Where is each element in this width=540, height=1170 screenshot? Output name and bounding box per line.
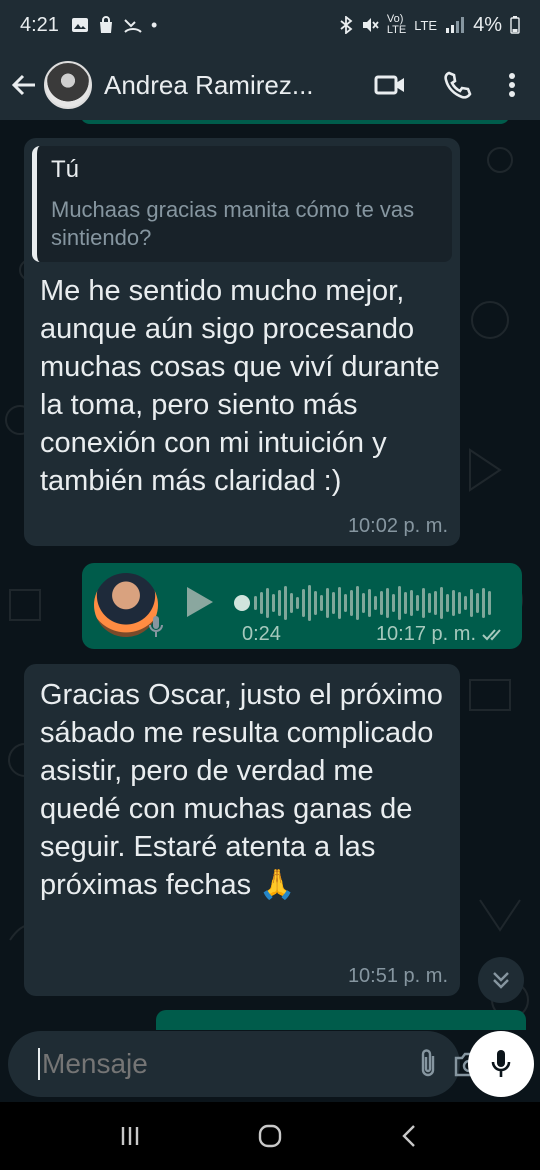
message-text: Me he sentido mucho mejor, aunque aún si… bbox=[40, 275, 440, 497]
microphone-icon bbox=[491, 1050, 511, 1077]
voice-record-button[interactable] bbox=[468, 1031, 534, 1097]
waveform-bar bbox=[266, 588, 269, 618]
microphone-icon bbox=[149, 616, 163, 637]
contact-avatar[interactable] bbox=[44, 61, 92, 109]
voice-note-duration: 0:24 bbox=[242, 623, 281, 645]
attach-button[interactable] bbox=[417, 1044, 439, 1084]
waveform-bar bbox=[272, 594, 275, 612]
message-text: Gracias Oscar, justo el próximo sábado m… bbox=[40, 679, 443, 901]
voice-note-time: 10:17 p. m. bbox=[375, 623, 476, 645]
waveform-bar bbox=[326, 588, 329, 618]
waveform-bar bbox=[362, 593, 365, 613]
missed-call-icon bbox=[124, 19, 142, 33]
more-options-icon[interactable] bbox=[508, 72, 516, 98]
waveform-bar bbox=[374, 596, 377, 610]
voice-waveform[interactable] bbox=[254, 583, 494, 623]
status-time: 4:21 bbox=[20, 13, 59, 36]
message-composer bbox=[8, 1031, 484, 1097]
chat-header: Andrea Ramirez... bbox=[0, 50, 540, 120]
waveform-bar bbox=[260, 592, 263, 614]
network-type: LTE bbox=[414, 17, 438, 33]
quote-author: Tú bbox=[51, 156, 80, 183]
waveform-bar bbox=[482, 588, 485, 618]
scroll-to-bottom-button[interactable] bbox=[478, 957, 524, 1003]
double-chevron-down-icon bbox=[493, 972, 509, 989]
more-notifications-dot: • bbox=[150, 14, 158, 35]
system-navigation-bar bbox=[0, 1102, 540, 1170]
waveform-bar bbox=[386, 588, 389, 618]
waveform-bar bbox=[344, 594, 347, 612]
waveform-bar bbox=[476, 593, 479, 613]
waveform-bar bbox=[332, 592, 335, 614]
back-button[interactable] bbox=[10, 71, 38, 99]
home-icon[interactable] bbox=[258, 1124, 282, 1148]
outgoing-voice-note[interactable]: 0:24 10:17 p. m. bbox=[82, 563, 522, 649]
voice-note-meta: 10:17 p. m. bbox=[376, 623, 506, 646]
message-time: 10:02 p. m. bbox=[347, 515, 448, 537]
waveform-bar bbox=[368, 589, 371, 617]
waveform-bar bbox=[278, 590, 281, 616]
status-bar: 4:21 • Vo) LTE LTE 4% bbox=[0, 0, 540, 50]
waveform-bar bbox=[320, 595, 323, 611]
battery-level: 4% bbox=[473, 13, 502, 36]
waveform-bar bbox=[314, 591, 317, 615]
mute-icon bbox=[362, 18, 379, 32]
signal-icon bbox=[446, 17, 465, 33]
waveform-bar bbox=[284, 586, 287, 620]
quote-text: Muchaas gracias manita cómo te vas sinti… bbox=[51, 197, 415, 250]
waveform-bar bbox=[464, 596, 467, 610]
waveform-bar bbox=[290, 593, 293, 613]
phone-call-icon[interactable] bbox=[442, 70, 472, 100]
waveform-bar bbox=[398, 586, 401, 620]
recent-apps-icon[interactable] bbox=[118, 1124, 142, 1148]
waveform-bar bbox=[308, 585, 311, 621]
paperclip-icon bbox=[421, 1049, 435, 1077]
waveform-bar bbox=[338, 587, 341, 619]
waveform-bar bbox=[404, 592, 407, 614]
waveform-bar bbox=[296, 597, 299, 609]
waveform-bar bbox=[410, 590, 413, 616]
incoming-message[interactable]: Gracias Oscar, justo el próximo sábado m… bbox=[24, 664, 460, 996]
waveform-bar bbox=[356, 586, 359, 620]
waveform-bar bbox=[458, 592, 461, 614]
waveform-bar bbox=[254, 596, 257, 610]
message-input[interactable] bbox=[38, 1048, 403, 1080]
waveform-bar bbox=[350, 590, 353, 616]
chat-area[interactable]: Tú Muchaas gracias manita cómo te vas si… bbox=[0, 120, 540, 1030]
waveform-bar bbox=[380, 591, 383, 615]
shopping-bag-icon bbox=[99, 16, 112, 33]
waveform-bar bbox=[416, 595, 419, 611]
bluetooth-icon bbox=[340, 16, 353, 34]
waveform-bar bbox=[452, 590, 455, 616]
waveform-bar bbox=[446, 594, 449, 612]
quoted-message[interactable]: Tú Muchaas gracias manita cómo te vas si… bbox=[32, 146, 452, 262]
gallery-icon bbox=[71, 18, 88, 32]
play-button[interactable] bbox=[187, 587, 213, 617]
volte-label: Vo) LTE bbox=[386, 13, 407, 36]
waveform-bar bbox=[470, 589, 473, 617]
contact-name[interactable]: Andrea Ramirez... bbox=[104, 70, 336, 101]
arrow-left-icon bbox=[11, 74, 35, 96]
back-nav-icon[interactable] bbox=[398, 1124, 422, 1148]
notification-icons: • bbox=[71, 15, 157, 36]
incoming-message[interactable]: Tú Muchaas gracias manita cómo te vas si… bbox=[24, 138, 460, 546]
double-check-icon bbox=[482, 628, 501, 640]
battery-icon bbox=[510, 16, 520, 34]
waveform-bar bbox=[302, 589, 305, 617]
waveform-bar bbox=[488, 591, 491, 615]
waveform-bar bbox=[434, 591, 437, 615]
waveform-bar bbox=[428, 593, 431, 613]
video-call-icon[interactable] bbox=[374, 73, 406, 97]
playback-slider-thumb[interactable] bbox=[234, 595, 250, 611]
waveform-bar bbox=[392, 594, 395, 612]
waveform-bar bbox=[422, 588, 425, 618]
next-message-edge bbox=[156, 1010, 526, 1030]
message-time: 10:51 p. m. bbox=[347, 965, 448, 987]
previous-message-edge bbox=[80, 120, 510, 124]
waveform-bar bbox=[440, 587, 443, 619]
